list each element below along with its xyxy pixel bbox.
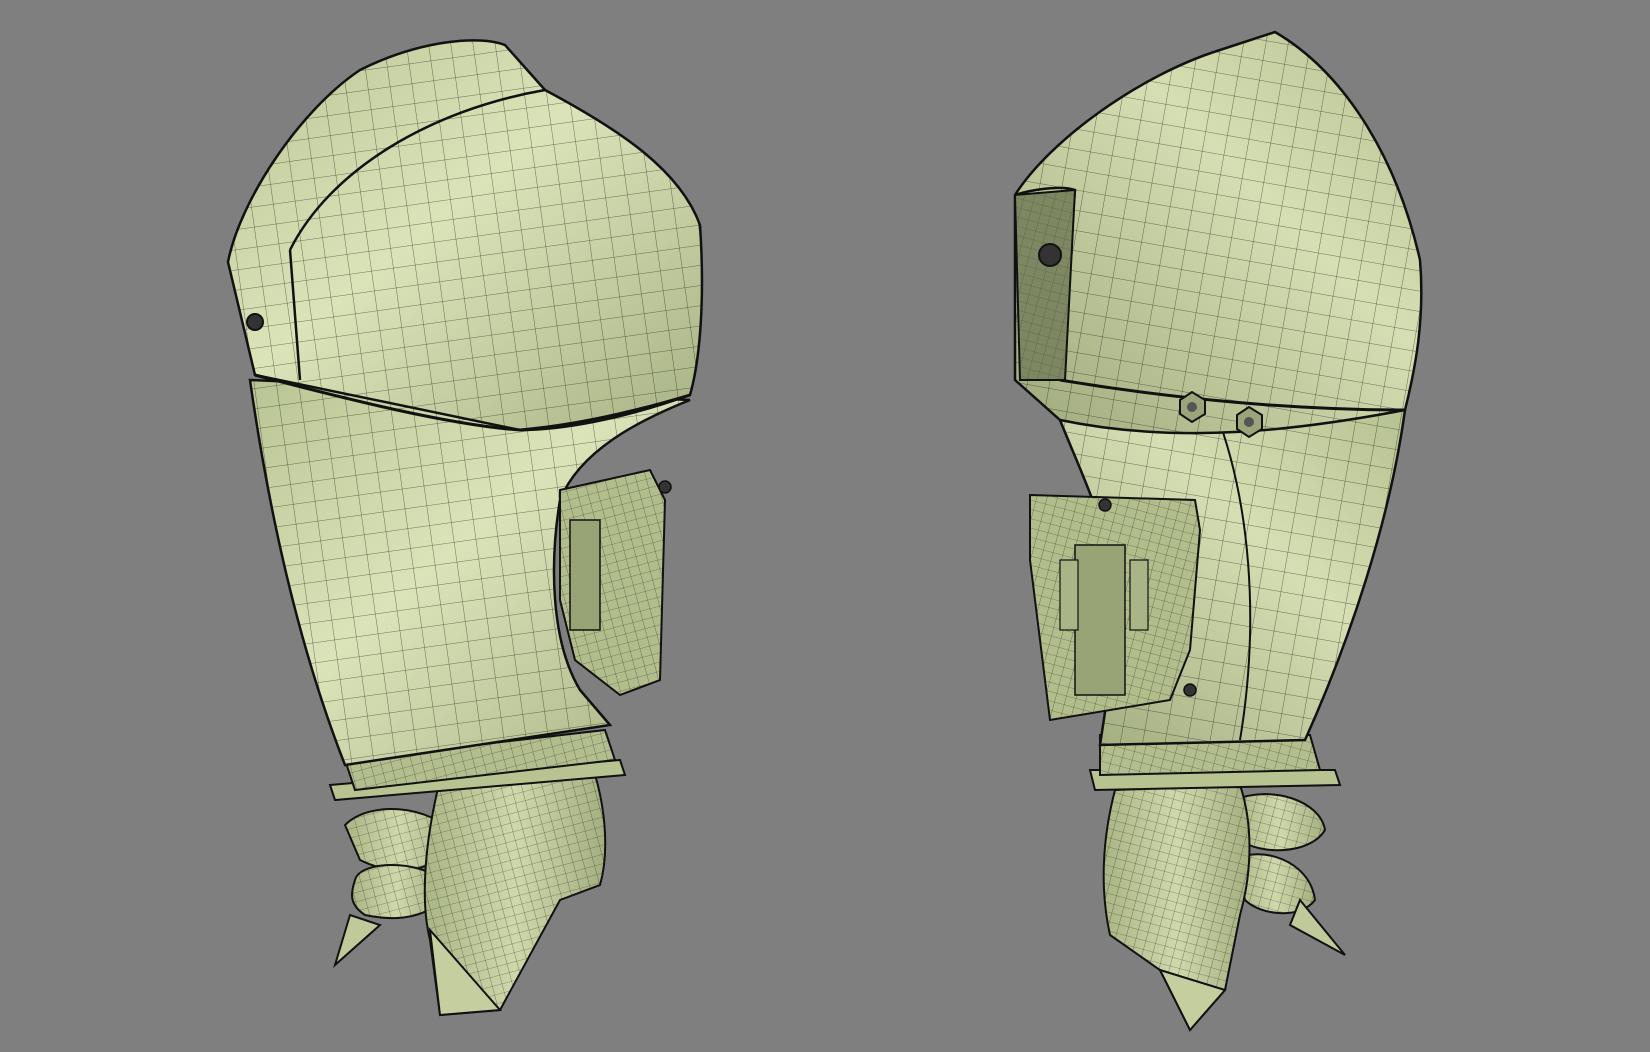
upper-cowl-right (1013, 30, 1423, 435)
propeller-right (1233, 793, 1346, 956)
3d-viewport[interactable] (0, 0, 1650, 1052)
lower-unit-right (1102, 783, 1251, 1032)
transom-bracket-right (1029, 493, 1202, 722)
upper-cowl-left (226, 39, 704, 432)
viewport-canvas (226, 30, 1423, 1032)
transom-bracket-left (559, 468, 672, 697)
lower-unit-left (423, 758, 607, 1017)
outboard-motor-left[interactable] (226, 39, 704, 1017)
outboard-motor-right[interactable] (1013, 30, 1423, 1032)
